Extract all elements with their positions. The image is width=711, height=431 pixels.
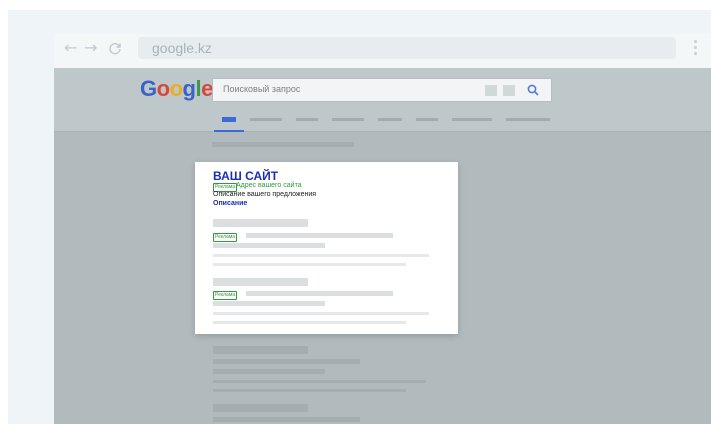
tab-placeholder[interactable] (506, 118, 550, 121)
ad-description: Описание вашего предложения (213, 191, 317, 198)
tab-all[interactable] (222, 117, 236, 122)
back-arrow-icon[interactable]: ← (64, 38, 77, 58)
browser-toolbar: ← → google.kz (54, 34, 711, 68)
placeholder-line (213, 278, 308, 286)
keyboard-icon[interactable] (485, 85, 497, 96)
placeholder-line (213, 312, 429, 315)
placeholder-line (213, 254, 429, 257)
placeholder-line (213, 369, 325, 374)
logo-letter: g (182, 76, 196, 101)
ad-badge: Реклама (213, 233, 238, 242)
address-bar[interactable]: google.kz (138, 37, 676, 59)
ad-title[interactable]: ВАШ САЙТ (213, 169, 278, 183)
ad-url[interactable]: Адрес вашего сайта (236, 182, 302, 189)
search-input[interactable]: Поисковый запрос (212, 78, 552, 102)
logo-letter: o (156, 76, 170, 101)
placeholder-line (213, 404, 308, 412)
placeholder-line (213, 417, 360, 422)
placeholder-line (213, 301, 325, 306)
result-stats-placeholder (212, 142, 354, 147)
placeholder-line (213, 380, 426, 383)
logo-letter: G (140, 76, 157, 101)
tab-placeholder[interactable] (452, 118, 492, 121)
placeholder-line (213, 263, 406, 266)
reload-icon[interactable] (108, 38, 122, 60)
placeholder-line (246, 291, 393, 296)
placeholder-line (246, 233, 393, 238)
tab-placeholder[interactable] (250, 118, 282, 121)
voice-search-icon[interactable] (503, 85, 515, 96)
placeholder-line (213, 359, 360, 364)
search-icon[interactable] (526, 83, 540, 97)
address-bar-url: google.kz (152, 40, 212, 56)
background-stage: ← → google.kz Google Поисковый запрос ВА… (8, 10, 711, 424)
placeholder-line (213, 219, 308, 227)
tab-placeholder[interactable] (332, 118, 364, 121)
tab-placeholder[interactable] (416, 118, 438, 121)
tab-placeholder[interactable] (296, 118, 318, 121)
ad-badge: Реклама (213, 291, 238, 300)
browser-window: ← → google.kz Google Поисковый запрос ВА… (54, 34, 711, 424)
ad-sitelink[interactable]: Описание (213, 200, 247, 207)
placeholder-line (213, 321, 406, 324)
tab-placeholder[interactable] (378, 118, 402, 121)
active-tab-indicator (214, 130, 244, 132)
placeholder-line (213, 389, 406, 392)
search-header: Google Поисковый запрос (54, 68, 711, 132)
placeholder-line (213, 346, 308, 354)
google-logo: Google (140, 76, 213, 102)
ad-result-card[interactable]: ВАШ САЙТ Реклама Адрес вашего сайта Опис… (195, 162, 458, 334)
more-menu-icon[interactable] (694, 40, 697, 56)
forward-arrow-icon[interactable]: → (84, 38, 97, 58)
search-placeholder: Поисковый запрос (223, 84, 301, 94)
logo-letter: o (169, 76, 183, 101)
placeholder-line (213, 243, 325, 248)
